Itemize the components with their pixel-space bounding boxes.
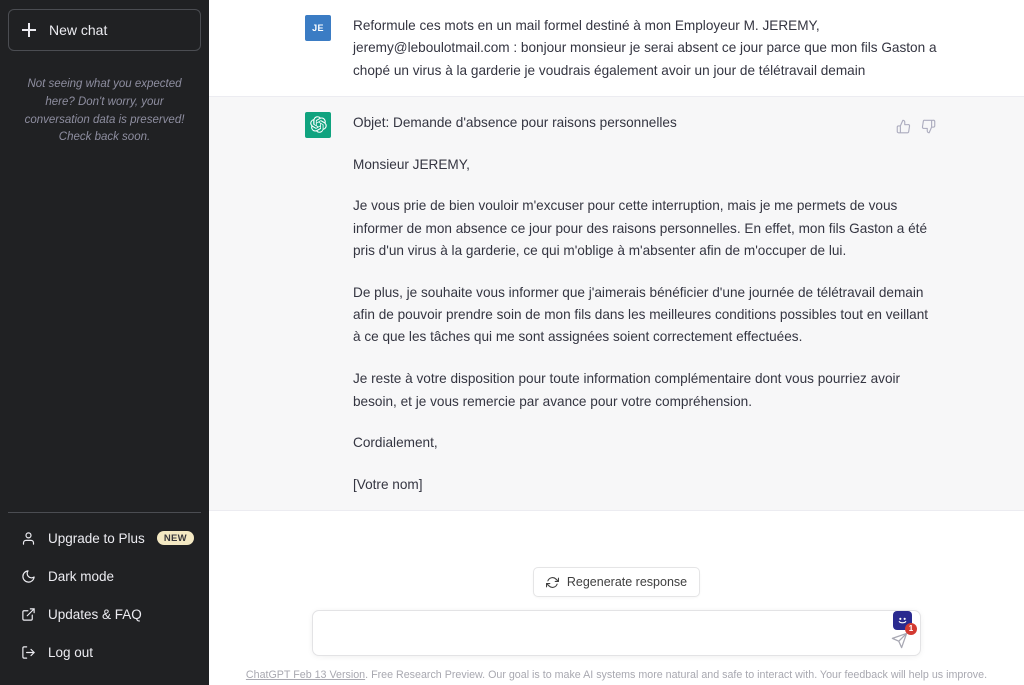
- message-paragraph: Cordialement,: [353, 435, 438, 451]
- thumbs-down-icon[interactable]: [919, 117, 938, 136]
- notification-count-badge: 1: [905, 623, 917, 635]
- composer-wrapper: 1: [312, 610, 921, 656]
- moon-icon: [20, 568, 36, 584]
- thumbs-up-icon[interactable]: [894, 117, 913, 136]
- message-user: JE Reformule ces mots en un mail formel …: [209, 0, 1024, 96]
- regenerate-response-button[interactable]: Regenerate response: [532, 567, 701, 597]
- message-paragraph: Monsieur JEREMY,: [353, 156, 470, 172]
- main-content: JE Reformule ces mots en un mail formel …: [209, 0, 1024, 685]
- message-paragraph: De plus, je souhaite vous informer que j…: [353, 284, 929, 345]
- refresh-icon: [545, 576, 559, 589]
- status-badge: NEW: [156, 530, 194, 546]
- browser-extension-badge[interactable]: 1: [893, 611, 917, 635]
- sidebar-footer-menu: Upgrade to Plus NEW Dark mode Updates & …: [8, 512, 201, 677]
- external-link-icon: [20, 606, 36, 622]
- new-chat-button[interactable]: New chat: [8, 9, 201, 51]
- sidebar-item-label: Upgrade to Plus: [48, 530, 145, 546]
- conversation-thread: JE Reformule ces mots en un mail formel …: [209, 0, 1024, 534]
- message-text: Objet: Demande d'absence pour raisons pe…: [353, 111, 938, 497]
- avatar: JE: [305, 15, 331, 41]
- disclaimer-text: . Free Research Preview. Our goal is to …: [365, 669, 988, 681]
- sidebar-item-dark-mode[interactable]: Dark mode: [8, 557, 201, 595]
- composer-area: Regenerate response 1 ChatGPT Feb 13 Ver…: [209, 534, 1024, 685]
- sidebar-item-label: Updates & FAQ: [48, 606, 142, 622]
- footer-disclaimer: ChatGPT Feb 13 Version. Free Research Pr…: [209, 668, 1024, 683]
- message-assistant: Objet: Demande d'absence pour raisons pe…: [209, 95, 1024, 512]
- sidebar-info-note: Not seeing what you expected here? Don't…: [24, 78, 185, 144]
- message-paragraph: Reformule ces mots en un mail formel des…: [353, 18, 937, 78]
- regenerate-response-label: Regenerate response: [566, 575, 688, 589]
- version-link[interactable]: ChatGPT Feb 13 Version: [246, 669, 365, 681]
- person-icon: [20, 530, 36, 546]
- openai-logo-icon: [309, 116, 327, 134]
- sidebar-item-log-out[interactable]: Log out: [8, 633, 201, 671]
- message-paragraph: Je reste à votre disposition pour toute …: [353, 371, 901, 409]
- message-feedback-actions: [894, 117, 938, 136]
- plus-icon: [21, 22, 37, 38]
- message-paragraph: [Votre nom]: [353, 477, 423, 493]
- avatar: [305, 111, 331, 138]
- message-text: Reformule ces mots en un mail formel des…: [353, 14, 938, 82]
- message-paragraph: Objet: Demande d'absence pour raisons pe…: [353, 114, 677, 130]
- new-chat-label: New chat: [49, 22, 108, 38]
- sidebar: New chat Not seeing what you expected he…: [0, 0, 209, 685]
- scrollbar-track[interactable]: [1015, 0, 1024, 534]
- sidebar-item-label: Dark mode: [48, 568, 115, 584]
- message-input[interactable]: [327, 623, 876, 643]
- sidebar-item-upgrade-to-plus[interactable]: Upgrade to Plus NEW: [8, 519, 201, 557]
- sidebar-item-label: Log out: [48, 644, 94, 660]
- composer-box[interactable]: [312, 610, 921, 656]
- sidebar-item-updates-faq[interactable]: Updates & FAQ: [8, 595, 201, 633]
- avatar-initials: JE: [312, 23, 324, 33]
- send-button[interactable]: [891, 632, 910, 651]
- message-paragraph: Je vous prie de bien vouloir m'excuser p…: [353, 198, 928, 259]
- logout-icon: [20, 644, 36, 660]
- chatgpt-app: New chat Not seeing what you expected he…: [0, 0, 1024, 685]
